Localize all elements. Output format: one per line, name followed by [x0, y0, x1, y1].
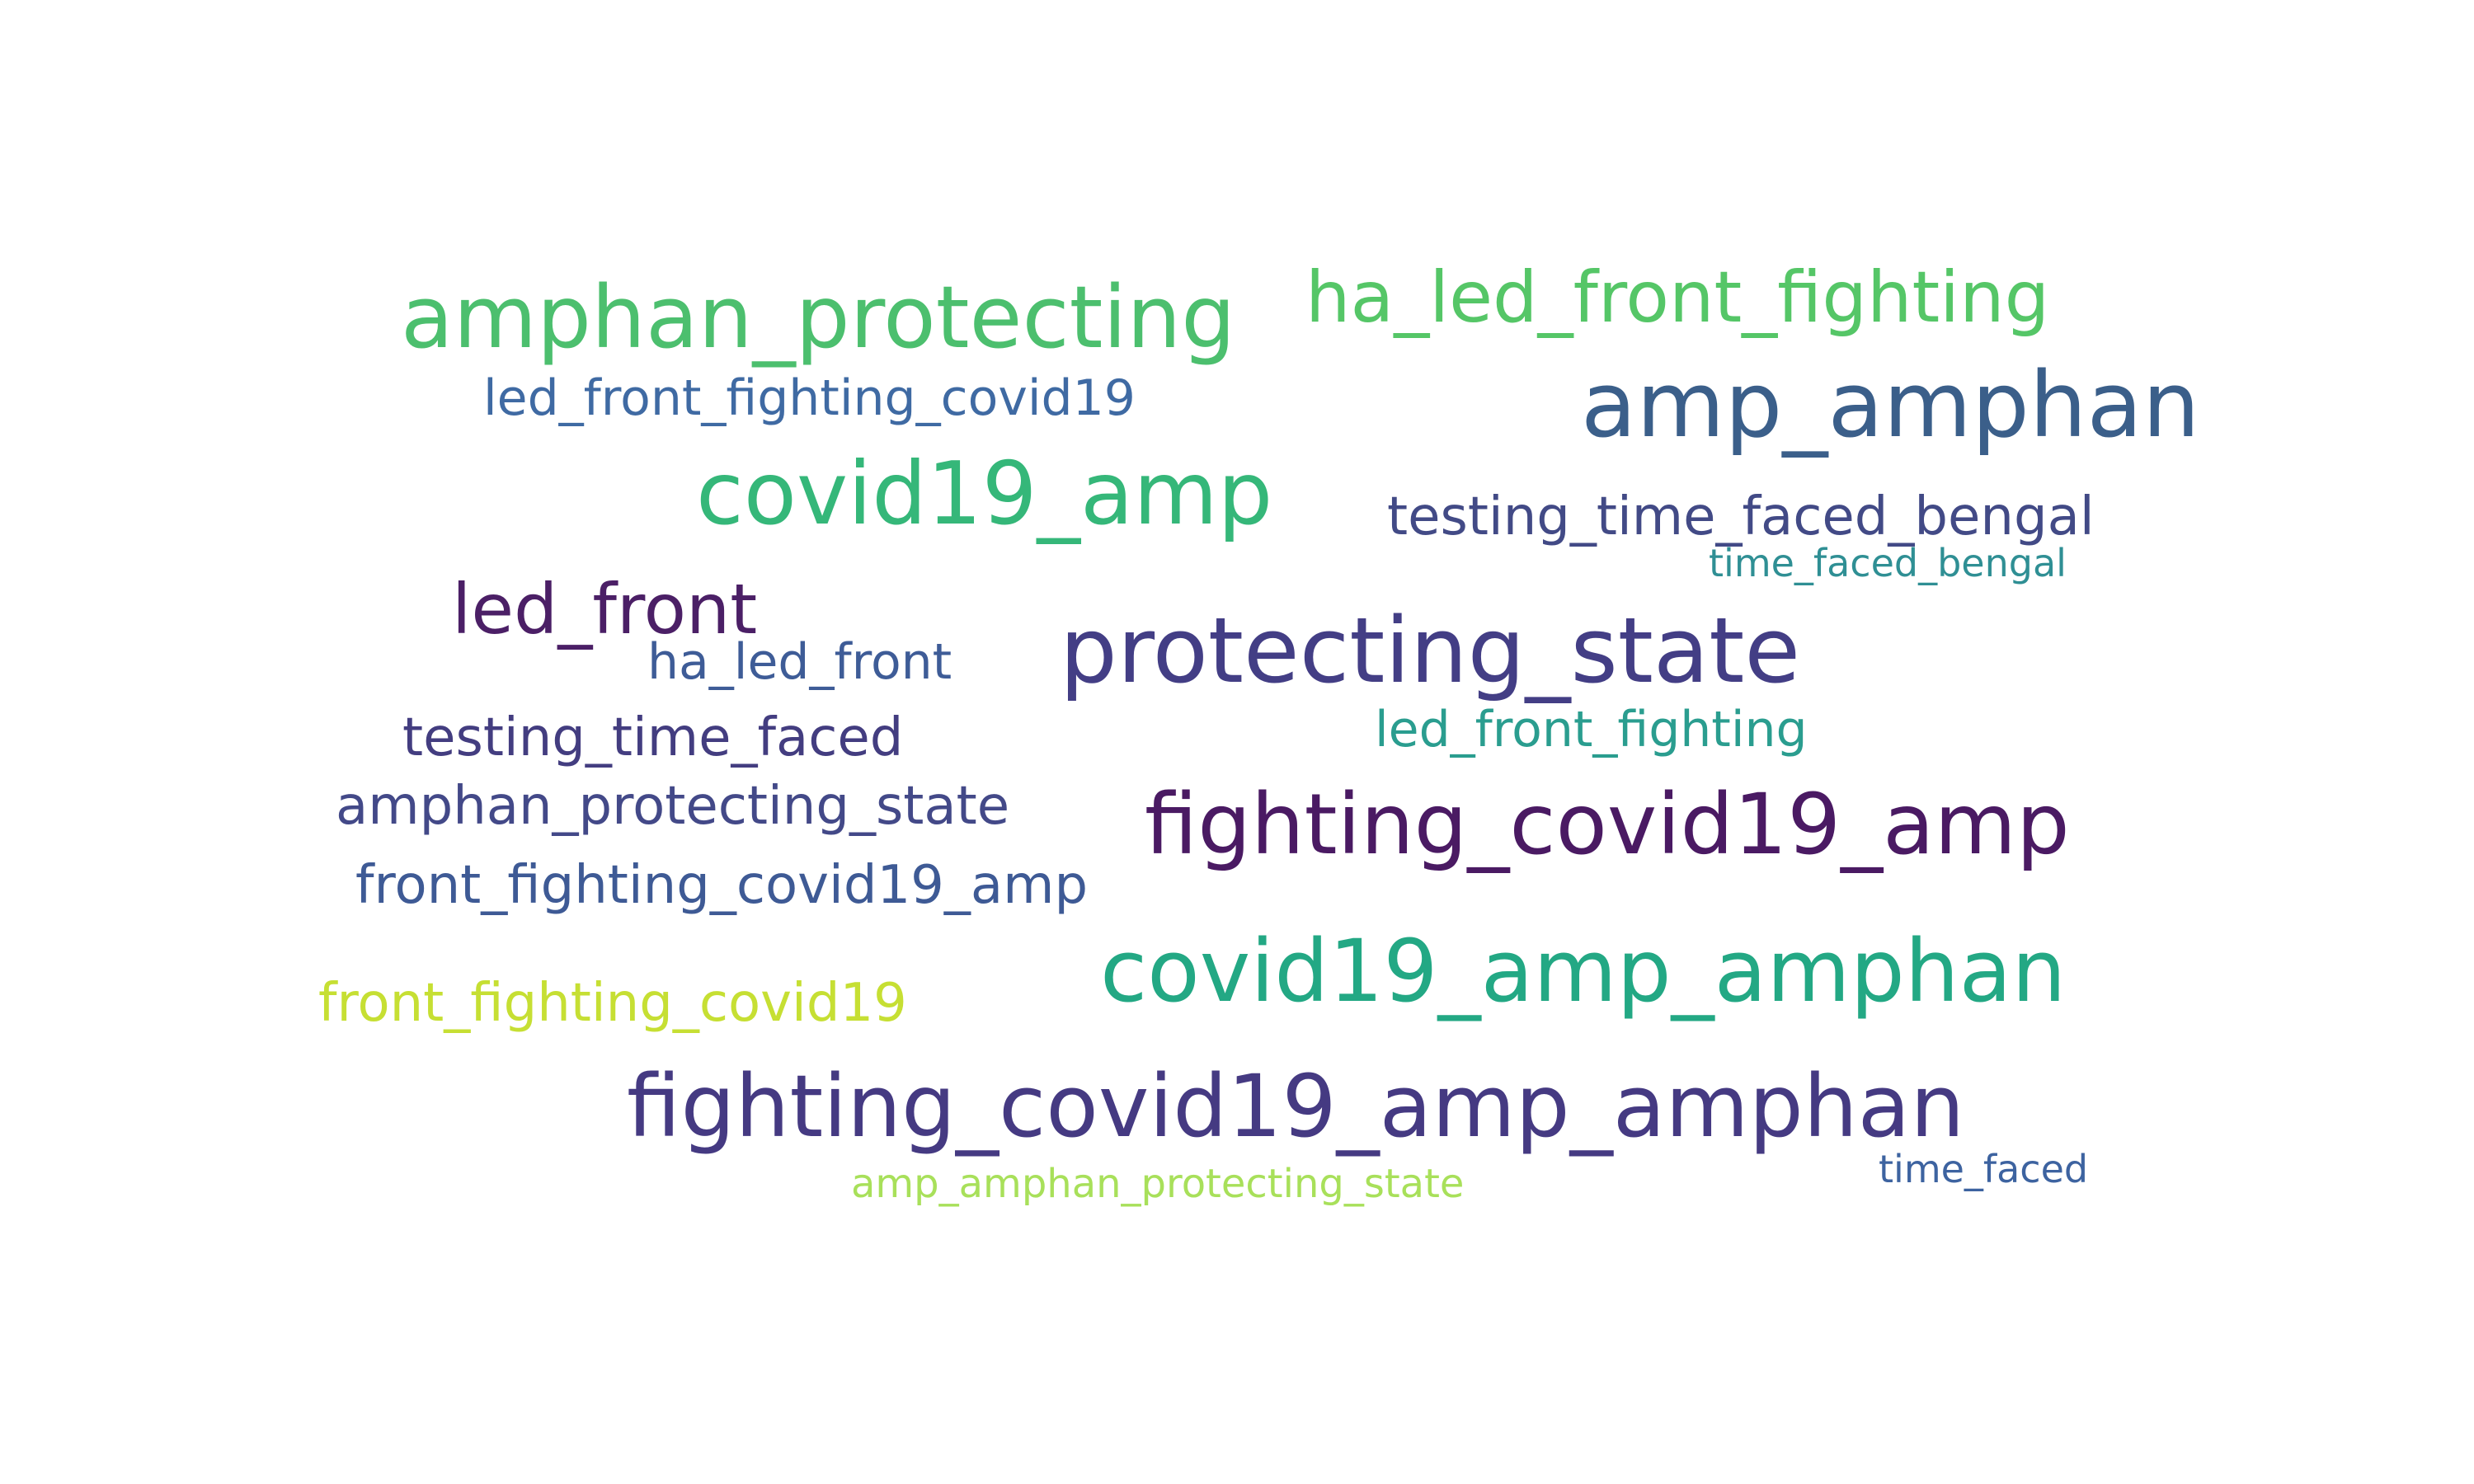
word-cloud: amphan_protecting ha_led_front_fighting … [0, 0, 2474, 1484]
word-front-fighting-covid19-amp: front_fighting_covid19_amp [355, 855, 1089, 916]
word-testing-time-faced-bengal: testing_time_faced_bengal [1387, 486, 2095, 547]
word-ha-led-front-fighting: ha_led_front_fighting [1305, 256, 2050, 339]
word-fighting-covid19-amp-amphan: fighting_covid19_amp_amphan [627, 1056, 1965, 1157]
word-covid19-amp: covid19_amp [696, 444, 1273, 544]
word-fighting-covid19-amp: fighting_covid19_amp [1145, 776, 2070, 874]
word-covid19-amp-amphan: covid19_amp_amphan [1100, 921, 2067, 1021]
word-protecting-state: protecting_state [1060, 598, 1801, 703]
word-amp-amphan: amp_amphan [1581, 352, 2200, 458]
word-time-faced: time_faced [1879, 1147, 2089, 1191]
word-amphan-protecting: amphan_protecting [401, 267, 1236, 368]
word-time-faced-bengal: time_faced_bengal [1709, 541, 2067, 585]
word-front-fighting-covid19: front_fighting_covid19 [318, 973, 907, 1034]
word-led-front-fighting-covid19: led_front_fighting_covid19 [483, 369, 1136, 427]
word-amp-amphan-protecting-state: amp_amphan_protecting_state [851, 1161, 1465, 1207]
word-led-front-fighting: led_front_fighting [1375, 701, 1808, 758]
word-amphan-protecting-state: amphan_protecting_state [336, 776, 1010, 837]
word-testing-time-faced: testing_time_faced [402, 707, 904, 768]
word-ha-led-front: ha_led_front [647, 633, 952, 691]
